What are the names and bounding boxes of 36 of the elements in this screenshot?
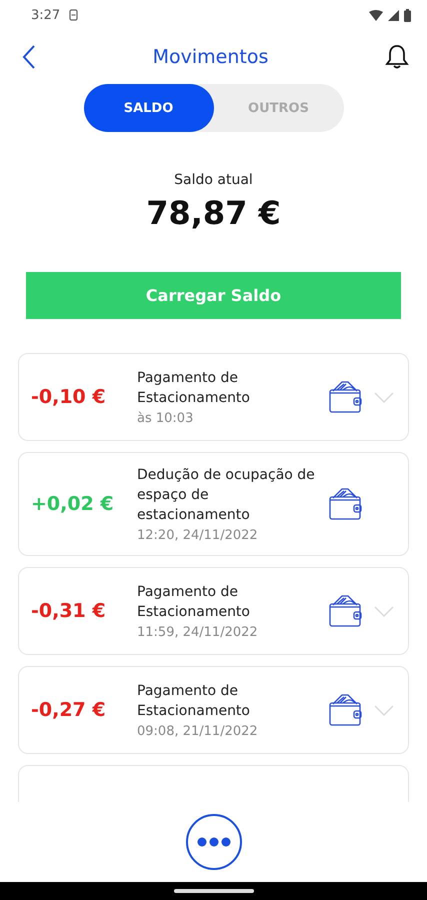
page-title: Movimentos bbox=[152, 46, 270, 68]
wifi-icon bbox=[369, 10, 383, 20]
transaction-time: 09:08, 21/11/2022 bbox=[137, 724, 259, 739]
transaction-amount: +0,02 € bbox=[31, 493, 115, 515]
transaction-time: às 10:03 bbox=[137, 411, 194, 426]
transaction-time: 11:59, 24/11/2022 bbox=[137, 625, 259, 640]
wallet-icon bbox=[328, 486, 364, 522]
ellipsis-icon bbox=[196, 837, 230, 847]
chevron-down-icon[interactable] bbox=[374, 606, 394, 616]
tab[interactable]: SALDO bbox=[84, 84, 214, 132]
bell-icon[interactable] bbox=[385, 44, 409, 70]
balance-label: Saldo atual bbox=[173, 172, 254, 188]
transaction-amount: -0,10 € bbox=[31, 386, 107, 408]
transaction-card[interactable]: -0,10 € Pagamento de Estacionamento às 10:03 bbox=[18, 353, 409, 441]
transaction-amount: -0,31 € bbox=[31, 600, 107, 622]
back-icon[interactable] bbox=[22, 44, 36, 70]
signal-icon bbox=[388, 10, 399, 20]
transaction-time: 12:20, 24/11/2022 bbox=[137, 528, 259, 543]
wallet-icon bbox=[328, 593, 364, 629]
transaction-description: Pagamento de Estacionamento bbox=[137, 583, 251, 622]
transaction-card[interactable]: -0,31 € Pagamento de Estacionamento 11:59, 24/11/2022 bbox=[18, 567, 409, 655]
balance-amount: 78,87 € bbox=[145, 194, 282, 232]
transaction-card[interactable]: +0,02 € Dedução de ocupação de espaço de estacionamento 12:20, 24/11/2022 bbox=[18, 452, 409, 556]
status-time: 3:27 bbox=[31, 8, 60, 22]
transaction-description: Dedução de ocupação de espaço de estacionamento bbox=[137, 466, 316, 525]
transaction-amount: -0,27 € bbox=[31, 699, 107, 721]
transaction-description: Pagamento de Estacionamento bbox=[137, 682, 251, 721]
home-indicator[interactable] bbox=[174, 889, 254, 893]
wallet-icon bbox=[328, 692, 364, 728]
wallet-icon bbox=[328, 379, 364, 415]
sim-card-icon bbox=[69, 9, 78, 21]
chevron-down-icon[interactable] bbox=[374, 704, 394, 716]
battery-icon bbox=[404, 8, 411, 22]
transaction-description: Pagamento de Estacionamento bbox=[137, 369, 251, 408]
transaction-card[interactable]: -0,27 € Pagamento de Estacionamento 09:08, 21/11/2022 bbox=[18, 666, 409, 754]
chevron-down-icon[interactable] bbox=[374, 392, 394, 402]
